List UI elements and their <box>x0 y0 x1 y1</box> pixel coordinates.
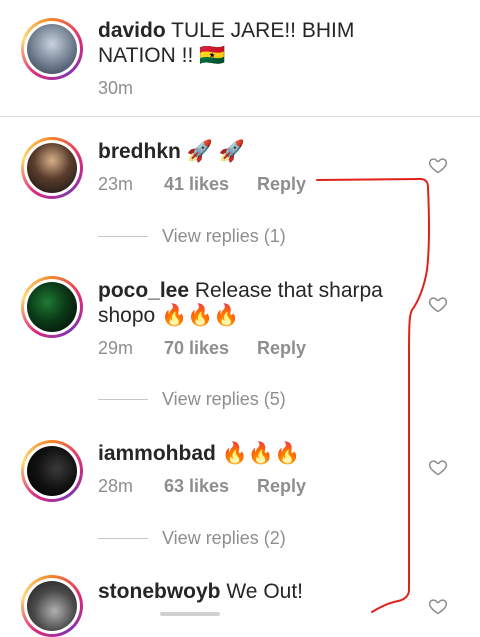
red-annotation-line <box>316 178 430 613</box>
